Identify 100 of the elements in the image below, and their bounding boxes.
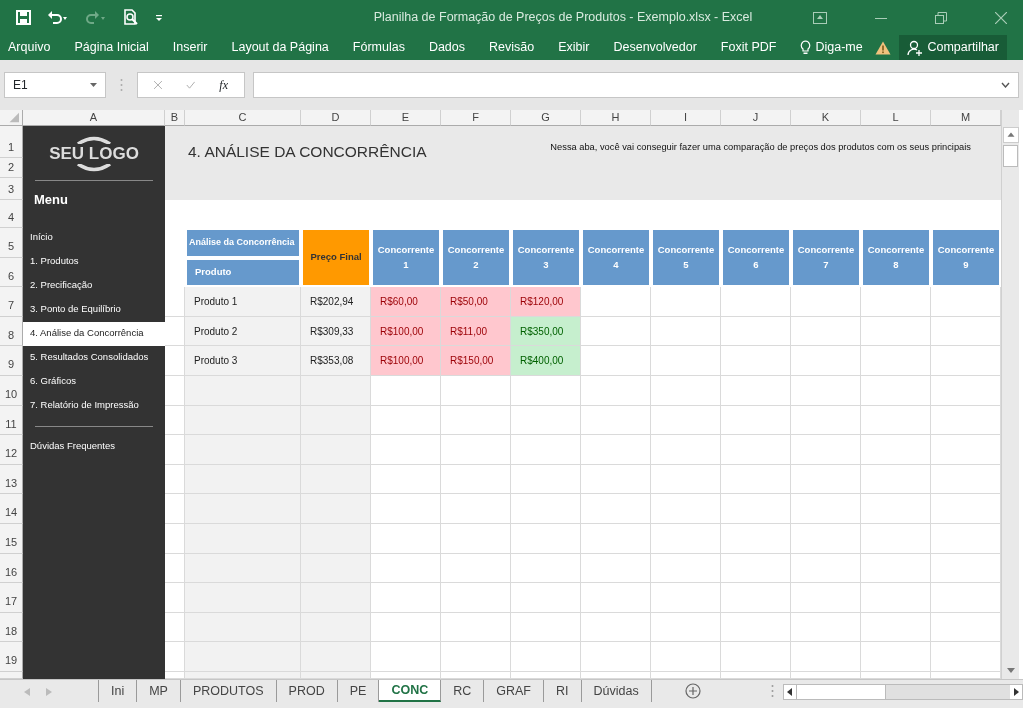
sheet-cell[interactable] — [581, 435, 651, 465]
sheet-cell[interactable] — [791, 553, 861, 584]
sheet-cell[interactable] — [511, 523, 581, 554]
sheet-cell[interactable] — [301, 553, 371, 584]
sheet-tab[interactable]: PRODUTOS — [180, 680, 277, 702]
sheet-cell[interactable] — [441, 523, 511, 554]
sheet-cell[interactable] — [185, 642, 301, 672]
sheet-cell[interactable] — [861, 464, 931, 495]
sheet-cell[interactable] — [651, 583, 721, 613]
sheet-tab[interactable]: RI — [544, 680, 582, 702]
sheet-tab[interactable]: Ini — [99, 680, 138, 702]
add-sheet-icon[interactable] — [684, 683, 701, 699]
sheet-cell[interactable] — [721, 523, 791, 554]
sheet-cell[interactable] — [791, 346, 861, 376]
sheet-cell[interactable] — [651, 612, 721, 643]
column-header[interactable]: J — [721, 110, 791, 126]
column-header[interactable]: C — [185, 110, 301, 126]
ribbon-display-icon[interactable] — [813, 11, 827, 24]
sheet-cell[interactable] — [651, 316, 721, 347]
row-header[interactable]: 15 — [0, 523, 23, 554]
sheet-tab[interactable]: MP — [137, 680, 181, 702]
menu-item[interactable]: 4. Análise da Concorrência — [23, 321, 165, 346]
sheet-cell[interactable] — [651, 435, 721, 465]
sheet-tab[interactable]: RC — [441, 680, 485, 702]
sheet-cell[interactable] — [581, 642, 651, 672]
row-header[interactable]: 6 — [0, 257, 23, 288]
next-sheet-icon[interactable] — [46, 688, 52, 696]
sheet-cell[interactable] — [721, 435, 791, 465]
sheet-cell[interactable] — [581, 583, 651, 613]
sheet-cell[interactable] — [791, 405, 861, 436]
sheet-cell[interactable] — [791, 612, 861, 643]
menu-item[interactable]: Início — [23, 225, 165, 250]
sheet-cell[interactable] — [371, 464, 441, 495]
menu-item[interactable]: Dúvidas Frequentes — [23, 434, 165, 459]
sheet-cell[interactable] — [581, 464, 651, 495]
row-header[interactable]: 18 — [0, 612, 23, 643]
column-header[interactable]: E — [371, 110, 441, 126]
sheet-cell[interactable] — [301, 375, 371, 406]
ribbon-tab[interactable]: Dados — [428, 38, 466, 57]
sheet-cell[interactable] — [185, 405, 301, 436]
menu-item[interactable]: 1. Produtos — [23, 249, 165, 274]
sheet-cell[interactable] — [651, 346, 721, 376]
menu-item[interactable]: 6. Gráficos — [23, 369, 165, 394]
sheet-cell[interactable] — [721, 612, 791, 643]
menu-item[interactable]: 5. Resultados Consolidados — [23, 345, 165, 370]
row-header[interactable]: 9 — [0, 346, 23, 376]
sheet-cell[interactable] — [441, 583, 511, 613]
column-header[interactable]: I — [651, 110, 721, 126]
ribbon-tab[interactable]: Inserir — [172, 38, 208, 57]
sheet-cell[interactable] — [721, 494, 791, 524]
sheet-cell[interactable] — [581, 494, 651, 524]
sheet-cell[interactable] — [791, 375, 861, 406]
sheet-cell[interactable] — [301, 642, 371, 672]
cancel-icon[interactable] — [154, 80, 162, 90]
sheet-cell[interactable] — [721, 405, 791, 436]
sheet-cell[interactable] — [371, 553, 441, 584]
sheet-cell[interactable] — [441, 553, 511, 584]
menu-item[interactable]: 7. Relatório de Impressão — [23, 393, 165, 418]
sheet-cell[interactable] — [185, 671, 301, 679]
sheet-cell[interactable] — [581, 523, 651, 554]
ribbon-tab[interactable]: Exibir — [558, 38, 590, 57]
sheet-cell[interactable] — [581, 405, 651, 436]
row-header[interactable]: 3 — [0, 178, 23, 200]
undo-icon[interactable] — [47, 10, 69, 25]
row-header[interactable]: 1 — [0, 126, 23, 158]
restore-icon[interactable] — [935, 11, 947, 24]
sheet-cell[interactable] — [791, 523, 861, 554]
print-preview-icon[interactable] — [123, 9, 139, 26]
sheet-tab[interactable]: PROD — [276, 680, 338, 702]
sheet-cell[interactable] — [301, 494, 371, 524]
sheet-cell[interactable] — [511, 494, 581, 524]
sheet-cell[interactable] — [185, 523, 301, 554]
sheet-cell[interactable] — [511, 375, 581, 406]
name-box[interactable]: E1 — [4, 72, 106, 98]
column-header[interactable]: B — [165, 110, 185, 126]
sheet-cell[interactable] — [651, 464, 721, 495]
menu-item[interactable]: 3. Ponto de Equilíbrio — [23, 297, 165, 322]
sheet-cell[interactable] — [861, 375, 931, 406]
column-header[interactable]: H — [581, 110, 651, 126]
sheet-cell[interactable] — [441, 464, 511, 495]
sheet-cell[interactable] — [185, 435, 301, 465]
sheet-cell[interactable] — [511, 464, 581, 495]
sheet-cell[interactable] — [185, 494, 301, 524]
column-header[interactable]: A — [23, 110, 165, 126]
sheet-cell[interactable] — [651, 642, 721, 672]
sheet-cell[interactable] — [651, 405, 721, 436]
sheet-cell[interactable] — [441, 405, 511, 436]
redo-icon[interactable] — [85, 10, 107, 25]
sheet-cell[interactable] — [185, 583, 301, 613]
sheet-tab[interactable]: GRAF — [484, 680, 544, 702]
ribbon-tab[interactable]: Página Inicial — [74, 38, 149, 57]
sheet-cell[interactable] — [301, 435, 371, 465]
sheet-cell[interactable] — [861, 583, 931, 613]
scroll-up-icon[interactable] — [1003, 127, 1019, 143]
sheet-cell[interactable] — [185, 553, 301, 584]
save-icon[interactable] — [16, 10, 31, 25]
column-header[interactable]: K — [791, 110, 861, 126]
sheet-cell[interactable] — [861, 316, 931, 347]
vertical-scrollbar[interactable] — [1001, 110, 1019, 679]
column-header[interactable]: D — [301, 110, 371, 126]
